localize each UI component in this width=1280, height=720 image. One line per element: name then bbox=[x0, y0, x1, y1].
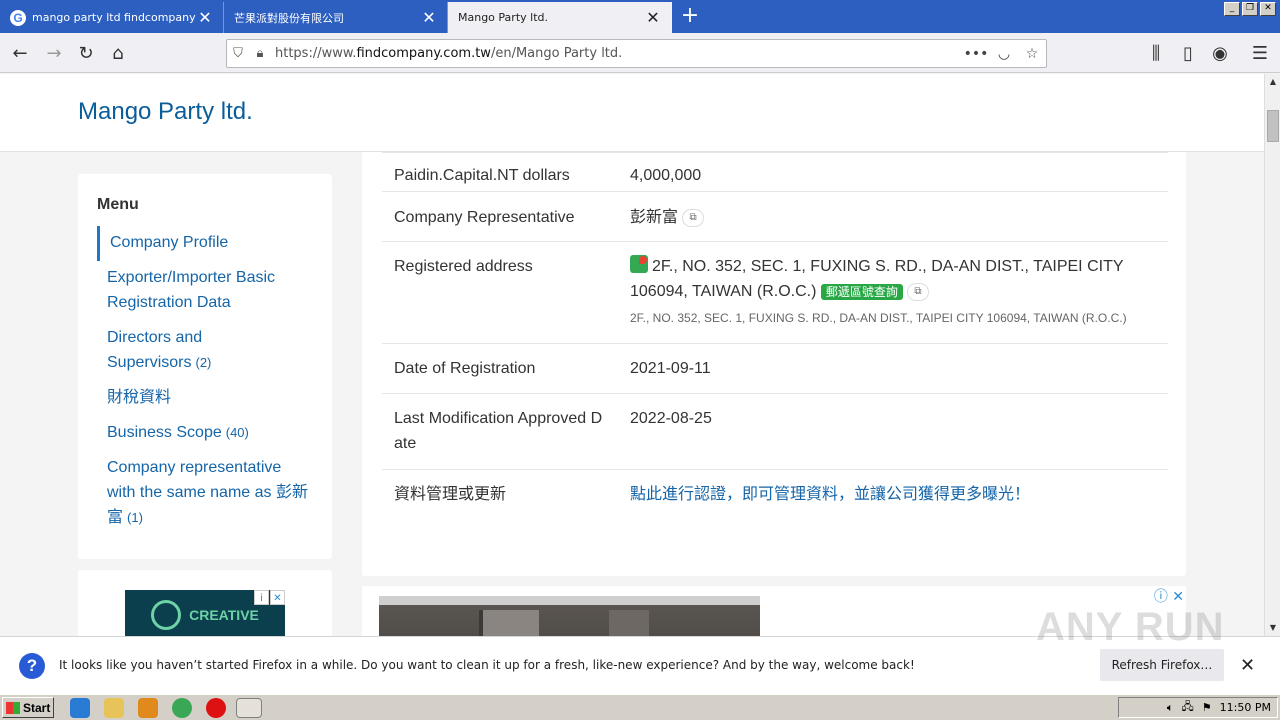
google-maps-icon[interactable] bbox=[630, 255, 648, 273]
url-text[interactable]: https://www.findcompany.com.tw/en/Mango … bbox=[271, 46, 962, 61]
scroll-up-icon[interactable]: ▲ bbox=[1265, 74, 1280, 90]
detail-row-capital: Paidin.Capital.NT dollars 4,000,000 bbox=[382, 152, 1168, 192]
menu-item-same-representative[interactable]: Company representative with the same nam… bbox=[78, 451, 332, 536]
bookmark-star-icon[interactable]: ☆ bbox=[1018, 46, 1046, 62]
postal-code-lookup-badge[interactable]: 郵遞區號查詢 bbox=[820, 283, 903, 300]
folder-icon[interactable] bbox=[104, 698, 124, 718]
tab-google-search[interactable]: G mango party ltd findcompany - Go ✕ bbox=[0, 2, 224, 33]
menu-item-business-scope[interactable]: Business Scope (40) bbox=[78, 416, 332, 451]
address-secondary: 2F., NO. 352, SEC. 1, FUXING S. RD., DA-… bbox=[630, 311, 1127, 325]
detail-row-data-management: 資料管理或更新 點此進行認證，即可管理資料，並讓公司獲得更多曝光！ bbox=[382, 470, 1168, 520]
firefox-taskbar-icon[interactable] bbox=[236, 698, 262, 718]
detail-label: 資料管理或更新 bbox=[394, 486, 507, 503]
question-icon: ? bbox=[19, 653, 45, 679]
tracking-shield-icon[interactable]: ⛉ bbox=[227, 46, 249, 61]
side-menu: Menu Company Profile Exporter/Importer B… bbox=[78, 174, 332, 559]
account-icon[interactable]: ◉ bbox=[1208, 41, 1232, 65]
tab-close-icon[interactable]: ✕ bbox=[421, 9, 437, 26]
anyrun-watermark: ANY RUN bbox=[1036, 605, 1225, 649]
windows-taskbar: Start 🔈︎ 🖧 ⚑ 11:50 PM bbox=[0, 694, 1280, 720]
speaker-icon[interactable]: 🔈︎ bbox=[1167, 701, 1174, 715]
new-tab-button[interactable]: + bbox=[678, 5, 702, 29]
navigation-toolbar: ← → ↻ ⌂ ⛉ 🔒︎ https://www.findcompany.com… bbox=[0, 33, 1280, 73]
tab-title: mango party ltd findcompany - Go bbox=[32, 11, 197, 24]
flag-icon[interactable]: ⚑ bbox=[1202, 701, 1212, 714]
sidebar-icon[interactable]: ▯ bbox=[1176, 41, 1200, 65]
ad-image[interactable] bbox=[379, 596, 760, 636]
system-tray: 🔈︎ 🖧 ⚑ 11:50 PM bbox=[1118, 697, 1278, 718]
antivirus-icon[interactable] bbox=[206, 698, 226, 718]
detail-row-registration-date: Date of Registration 2021-09-11 bbox=[382, 344, 1168, 394]
page-title[interactable]: Mango Party ltd. bbox=[78, 98, 253, 126]
google-icon: G bbox=[10, 9, 26, 26]
menu-item-directors[interactable]: Directors and Supervisors (2) bbox=[78, 321, 332, 381]
back-icon[interactable]: ← bbox=[8, 41, 32, 65]
reload-icon[interactable]: ↻ bbox=[74, 41, 98, 65]
menu-heading: Menu bbox=[97, 196, 139, 213]
ad-close-icon[interactable]: ⓘ ✕ bbox=[1154, 586, 1184, 606]
clock[interactable]: 11:50 PM bbox=[1220, 701, 1271, 714]
refresh-firefox-button[interactable]: Refresh Firefox… bbox=[1100, 649, 1224, 681]
media-player-icon[interactable] bbox=[138, 698, 158, 718]
ad-card-small: CREATIVE i ✕ bbox=[78, 570, 332, 636]
ad-text: CREATIVE bbox=[189, 607, 259, 623]
detail-label: Date of Registration bbox=[394, 360, 536, 377]
detail-value: 4,000,000 bbox=[630, 167, 702, 184]
library-icon[interactable]: ⫼ bbox=[1144, 41, 1168, 65]
ad-logo-icon bbox=[151, 600, 182, 630]
network-icon[interactable]: 🖧 bbox=[1182, 698, 1194, 717]
address-bar[interactable]: ⛉ 🔒︎ https://www.findcompany.com.tw/en/M… bbox=[226, 39, 1047, 68]
menu-item-tax-data[interactable]: 財稅資料 bbox=[78, 381, 332, 416]
company-details-card: Paidin.Capital.NT dollars 4,000,000 Comp… bbox=[362, 152, 1186, 576]
detail-label: Company Representative bbox=[394, 209, 575, 226]
menu-hamburger-icon[interactable]: ☰ bbox=[1248, 41, 1272, 65]
ie-icon[interactable] bbox=[70, 698, 90, 718]
restore-icon[interactable]: ❐ bbox=[1242, 2, 1258, 16]
notification-close-icon[interactable]: ✕ bbox=[1240, 655, 1255, 676]
detail-label: Last Modification Approved Date bbox=[394, 410, 603, 452]
close-window-icon[interactable]: ✕ bbox=[1260, 2, 1276, 16]
detail-value: 2022-08-25 bbox=[630, 410, 712, 427]
window-controls: _ ❐ ✕ bbox=[1224, 2, 1276, 16]
detail-value: 2F., NO. 352, SEC. 1, FUXING S. RD., DA-… bbox=[630, 254, 1155, 328]
detail-label: Registered address bbox=[394, 258, 533, 275]
scroll-down-icon[interactable]: ▼ bbox=[1265, 620, 1280, 636]
detail-row-last-modification: Last Modification Approved Date 2022-08-… bbox=[382, 394, 1168, 470]
tab-close-icon[interactable]: ✕ bbox=[645, 9, 661, 26]
lock-icon[interactable]: 🔒︎ bbox=[249, 46, 271, 61]
notification-message: It looks like you haven’t started Firefo… bbox=[59, 658, 915, 672]
detail-value: 2021-09-11 bbox=[630, 360, 711, 377]
start-button[interactable]: Start bbox=[2, 697, 54, 718]
copy-icon[interactable]: ⧉ bbox=[906, 282, 929, 301]
tab-chinese-company[interactable]: 芒果派對股份有限公司 ✕ bbox=[224, 2, 448, 33]
tab-strip: G mango party ltd findcompany - Go ✕ 芒果派… bbox=[0, 0, 1280, 33]
detail-label: Paidin.Capital.NT dollars bbox=[394, 167, 570, 184]
scroll-thumb[interactable] bbox=[1267, 110, 1279, 142]
detail-value: 彭新富 ⧉ bbox=[630, 205, 1155, 230]
verify-company-link[interactable]: 點此進行認證，即可管理資料，並讓公司獲得更多曝光！ bbox=[630, 482, 1155, 507]
tab-close-icon[interactable]: ✕ bbox=[197, 9, 213, 26]
minimize-icon[interactable]: _ bbox=[1224, 2, 1240, 16]
chrome-icon[interactable] bbox=[172, 698, 192, 718]
tab-mango-party[interactable]: Mango Party ltd. ✕ bbox=[448, 2, 672, 33]
menu-item-exporter-importer[interactable]: Exporter/Importer Basic Registration Dat… bbox=[78, 261, 332, 321]
home-icon[interactable]: ⌂ bbox=[106, 41, 130, 65]
windows-logo-icon bbox=[6, 701, 20, 714]
menu-item-company-profile[interactable]: Company Profile bbox=[97, 226, 332, 261]
tab-title: Mango Party ltd. bbox=[458, 11, 548, 24]
site-header: Mango Party ltd. bbox=[0, 74, 1264, 152]
forward-icon[interactable]: → bbox=[42, 41, 66, 65]
pocket-icon[interactable]: ◡ bbox=[990, 46, 1018, 62]
detail-row-address: Registered address 2F., NO. 352, SEC. 1,… bbox=[382, 242, 1168, 344]
detail-row-representative: Company Representative 彭新富 ⧉ bbox=[382, 192, 1168, 242]
copy-icon[interactable]: ⧉ bbox=[682, 208, 705, 227]
ad-close-icon[interactable]: ✕ bbox=[270, 590, 285, 605]
ad-info-icon[interactable]: i bbox=[254, 590, 269, 605]
page-scrollbar[interactable]: ▲ ▼ bbox=[1264, 74, 1280, 636]
page-actions-icon[interactable]: ••• bbox=[962, 46, 990, 62]
web-page: Mango Party ltd. Menu Company Profile Ex… bbox=[0, 74, 1264, 636]
tab-title: 芒果派對股份有限公司 bbox=[234, 11, 344, 25]
